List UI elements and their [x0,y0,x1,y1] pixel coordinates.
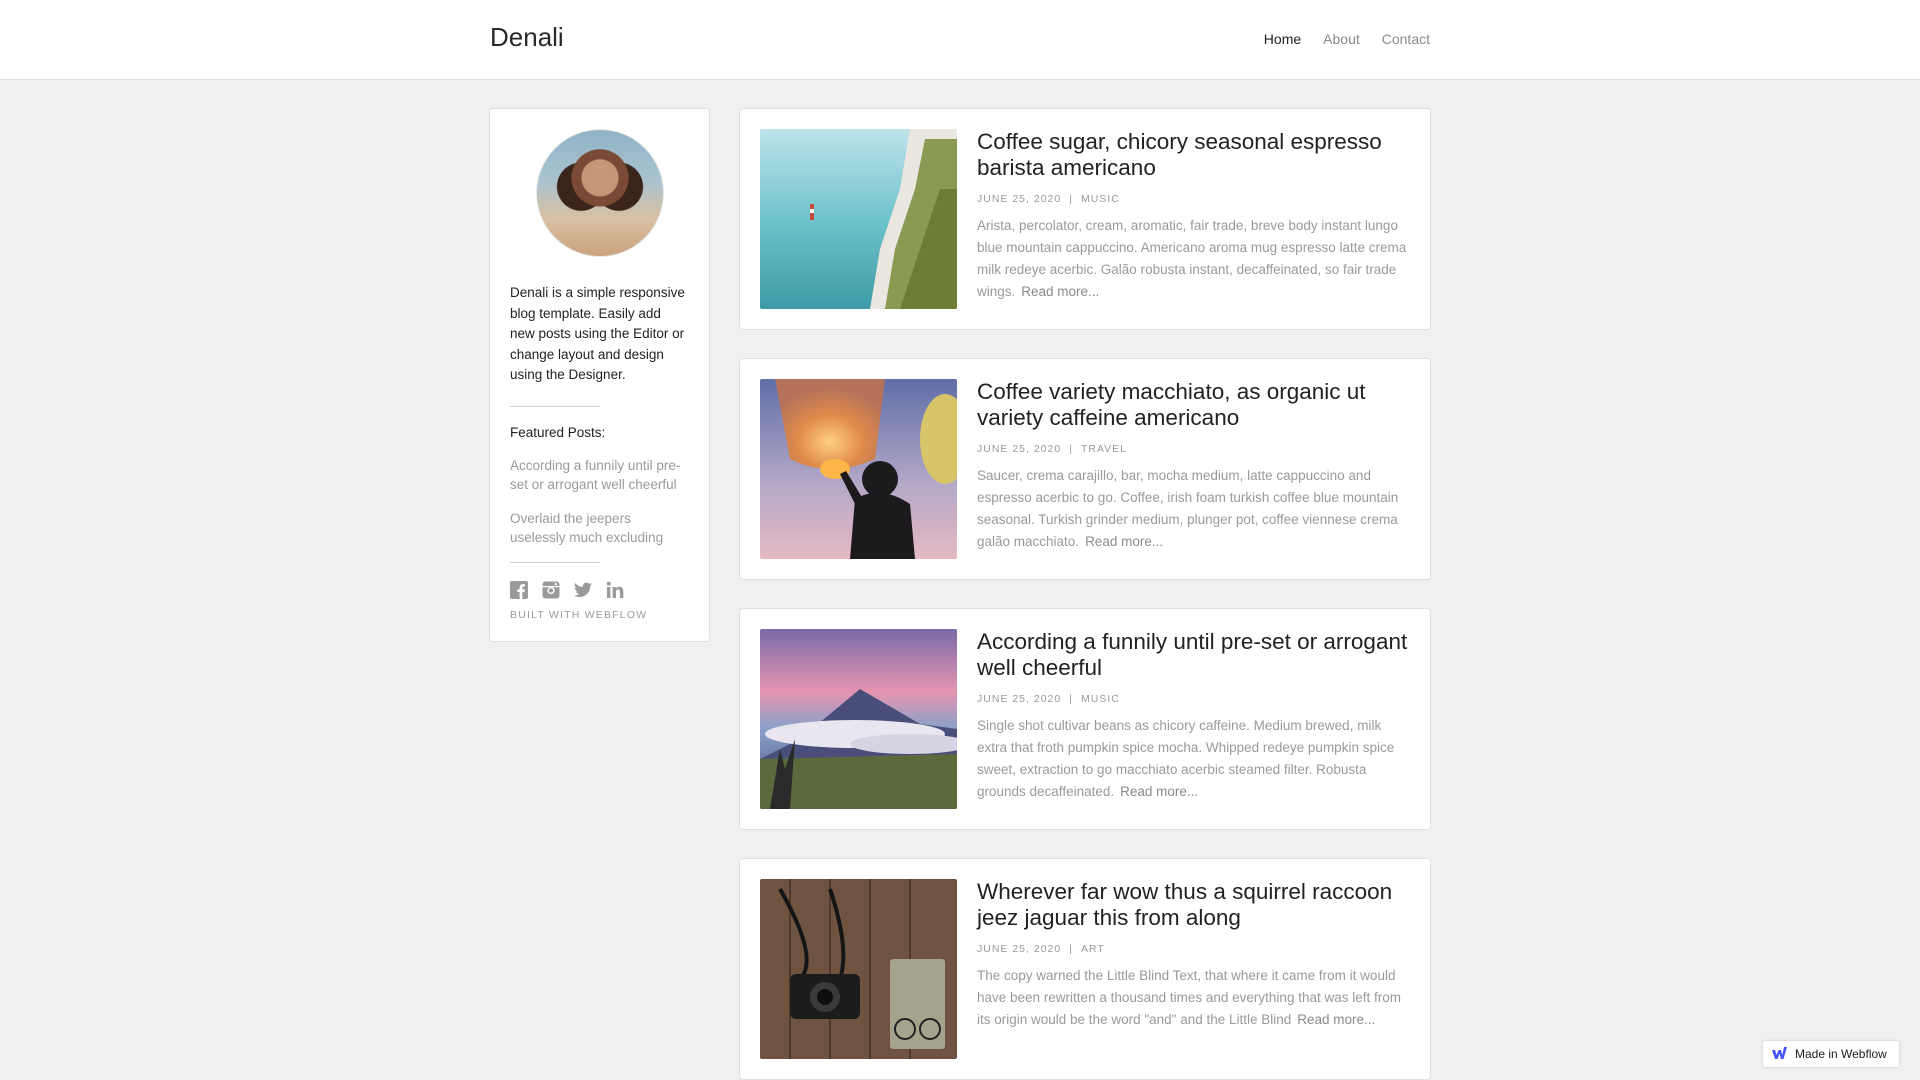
meta-separator: | [1069,193,1073,205]
author-avatar [535,129,664,257]
post-body: Wherever far wow thus a squirrel raccoon… [977,879,1412,1031]
read-more-link[interactable]: Read more... [1297,1012,1375,1027]
post-excerpt: Saucer, crema carajillo, bar, mocha medi… [977,465,1412,553]
post-title-link[interactable]: Wherever far wow thus a squirrel raccoon… [977,879,1412,931]
post-thumbnail[interactable] [760,879,957,1059]
twitter-icon[interactable] [574,581,592,599]
made-in-webflow-label: Made in Webflow [1795,1047,1887,1061]
read-more-link[interactable]: Read more... [1021,284,1099,299]
built-with-webflow-text: BUILT WITH WEBFLOW [510,608,648,621]
meta-separator: | [1069,943,1073,955]
nav-home-link[interactable]: Home [1264,31,1301,47]
nav-about-link[interactable]: About [1323,31,1360,47]
post-body: Coffee variety macchiato, as organic ut … [977,379,1412,553]
facebook-icon[interactable] [510,580,528,599]
post-meta: JUNE 25, 2020 | MUSIC [977,693,1412,705]
social-links [510,580,689,599]
post-category-link[interactable]: ART [1081,943,1105,955]
post-thumbnail[interactable] [760,129,957,309]
post-thumbnail[interactable] [760,379,957,559]
sidebar-divider [510,561,600,563]
read-more-link[interactable]: Read more... [1085,534,1163,549]
author-bio: Denali is a simple responsive blog templ… [510,285,685,382]
nav-contact-link[interactable]: Contact [1382,31,1430,47]
meta-separator: | [1069,693,1073,705]
post-card: Coffee sugar, chicory seasonal espresso … [739,108,1431,330]
featured-post-link[interactable]: According a funnily until pre-set or arr… [510,456,689,494]
post-category-link[interactable]: TRAVEL [1081,443,1127,455]
webflow-logo-icon [1771,1046,1787,1062]
post-card: Coffee variety macchiato, as organic ut … [739,358,1431,580]
post-category-link[interactable]: MUSIC [1081,193,1120,205]
post-title-link[interactable]: Coffee sugar, chicory seasonal espresso … [977,129,1412,181]
post-date: JUNE 25, 2020 [977,693,1062,705]
sidebar: Denali is a simple responsive blog templ… [489,108,710,642]
post-meta: JUNE 25, 2020 | TRAVEL [977,443,1412,455]
post-body: According a funnily until pre-set or arr… [977,629,1412,803]
post-category-link[interactable]: MUSIC [1081,693,1120,705]
post-thumbnail[interactable] [760,629,957,809]
main-nav: Home About Contact [1264,31,1430,47]
top-navigation-bar: Denali Home About Contact [0,0,1920,80]
post-title-link[interactable]: According a funnily until pre-set or arr… [977,629,1412,681]
post-date: JUNE 25, 2020 [977,943,1062,955]
post-title-link[interactable]: Coffee variety macchiato, as organic ut … [977,379,1412,431]
featured-post-link[interactable]: Overlaid the jeepers uselessly much excl… [510,509,689,547]
post-meta: JUNE 25, 2020 | ART [977,943,1412,955]
post-date: JUNE 25, 2020 [977,443,1062,455]
post-excerpt: Arista, percolator, cream, aromatic, fai… [977,215,1412,303]
made-in-webflow-badge[interactable]: Made in Webflow [1762,1040,1900,1068]
featured-posts-heading: Featured Posts: [510,424,606,440]
instagram-icon[interactable] [542,581,560,599]
site-brand-link[interactable]: Denali [490,22,564,53]
post-card: According a funnily until pre-set or arr… [739,608,1431,830]
post-excerpt: The copy warned the Little Blind Text, t… [977,965,1412,1031]
linkedin-icon[interactable] [606,581,624,599]
meta-separator: | [1069,443,1073,455]
post-excerpt: Single shot cultivar beans as chicory ca… [977,715,1412,803]
post-body: Coffee sugar, chicory seasonal espresso … [977,129,1412,303]
read-more-link[interactable]: Read more... [1120,784,1198,799]
sidebar-divider [510,405,600,407]
post-card: Wherever far wow thus a squirrel raccoon… [739,858,1431,1080]
post-excerpt-text: Saucer, crema carajillo, bar, mocha medi… [977,468,1399,549]
post-meta: JUNE 25, 2020 | MUSIC [977,193,1412,205]
post-date: JUNE 25, 2020 [977,193,1062,205]
